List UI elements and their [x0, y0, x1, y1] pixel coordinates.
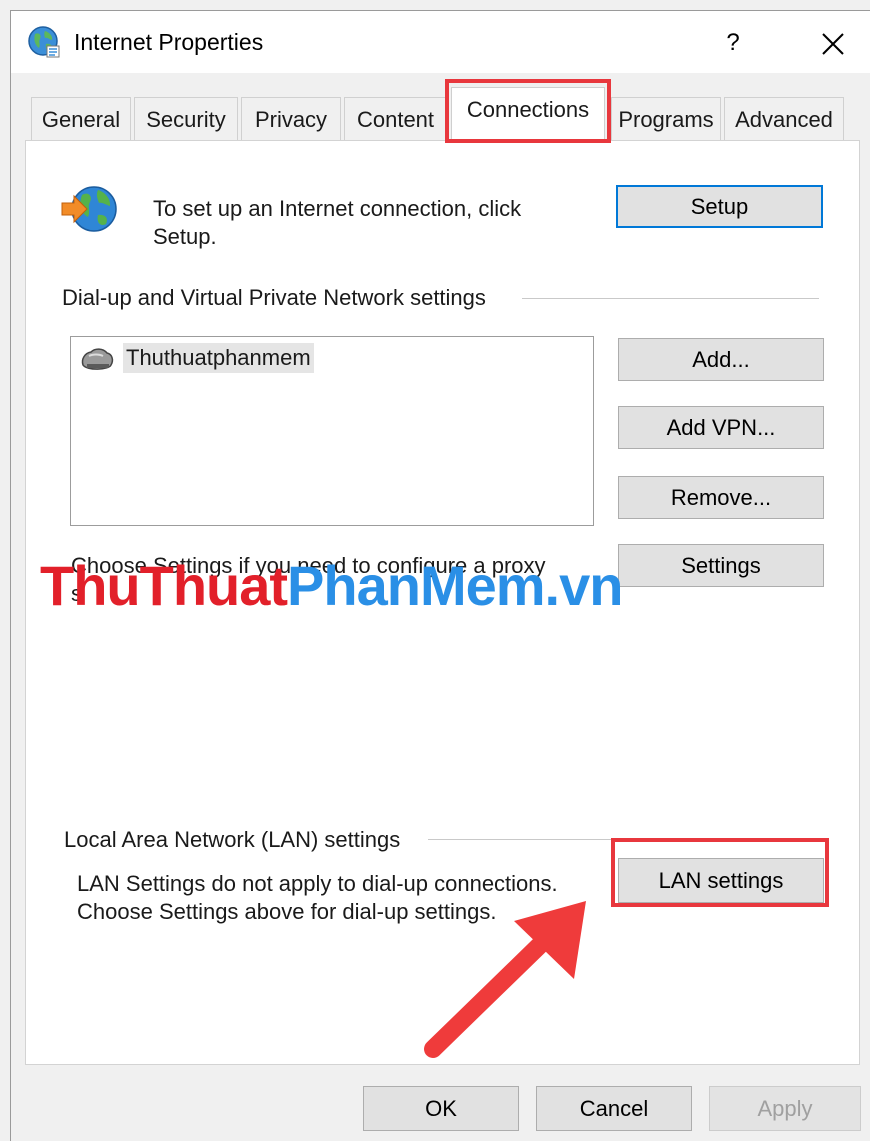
watermark-part2: PhanMem.vn — [287, 554, 623, 617]
setup-button[interactable]: Setup — [616, 185, 823, 228]
tab-connections[interactable]: Connections — [451, 87, 605, 143]
dialup-connection-icon — [81, 348, 114, 370]
title-bar: Internet Properties ? — [11, 11, 870, 73]
internet-options-globe-icon — [28, 26, 60, 58]
close-button[interactable] — [811, 23, 855, 63]
close-icon — [822, 33, 844, 55]
watermark: ThuThuatPhanMem.vn — [40, 553, 623, 618]
group-divider — [522, 298, 819, 299]
dialup-group-label: Dial-up and Virtual Private Network sett… — [62, 285, 486, 310]
add-button[interactable]: Add... — [618, 338, 824, 381]
setup-text-line1: To set up an Internet connection, click — [153, 196, 522, 221]
group-divider — [428, 839, 821, 840]
globe-arrow-icon — [61, 186, 117, 232]
tab-security[interactable]: Security — [134, 97, 238, 141]
remove-button[interactable]: Remove... — [618, 476, 824, 519]
tab-content[interactable]: Content — [344, 97, 447, 141]
cancel-button[interactable]: Cancel — [536, 1086, 692, 1131]
window-title: Internet Properties — [74, 29, 264, 55]
setup-text-line2: Setup. — [153, 224, 217, 249]
tab-programs[interactable]: Programs — [611, 97, 721, 141]
lan-settings-button[interactable]: LAN settings — [618, 858, 824, 903]
watermark-part1: ThuThuat — [40, 554, 288, 617]
settings-button[interactable]: Settings — [618, 544, 824, 587]
tab-privacy[interactable]: Privacy — [241, 97, 341, 141]
tab-advanced[interactable]: Advanced — [724, 97, 844, 141]
apply-button[interactable]: Apply — [709, 1086, 861, 1131]
connections-listbox[interactable]: Thuthuatphanmem — [70, 336, 594, 526]
ok-button[interactable]: OK — [363, 1086, 519, 1131]
lan-group-label: Local Area Network (LAN) settings — [64, 827, 401, 852]
tab-general[interactable]: General — [31, 97, 131, 141]
add-vpn-button[interactable]: Add VPN... — [618, 406, 824, 449]
connection-name: Thuthuatphanmem — [123, 343, 314, 373]
pointer-arrow-icon — [424, 901, 586, 1058]
help-button[interactable]: ? — [711, 23, 755, 63]
